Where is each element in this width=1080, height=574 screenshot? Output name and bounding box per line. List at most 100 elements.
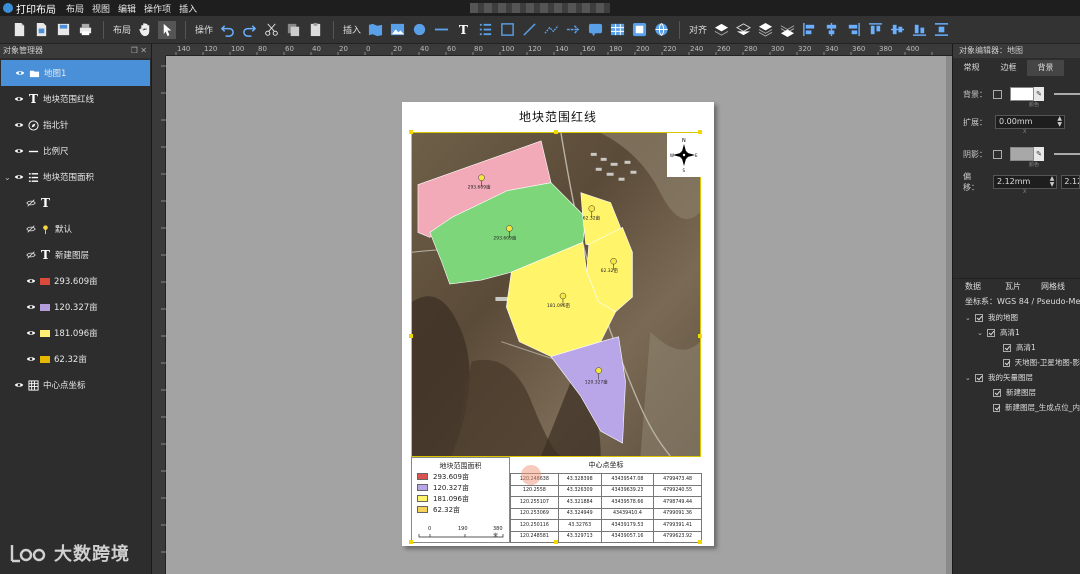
select-arrow-icon[interactable]: [158, 20, 177, 39]
layer-row-map[interactable]: 地图1: [1, 60, 150, 86]
chevron-down-icon[interactable]: ⌄: [4, 173, 11, 182]
distribute-icon[interactable]: [932, 21, 950, 39]
eye-hidden-icon[interactable]: [26, 198, 36, 208]
insert-rectangle-icon[interactable]: [498, 21, 516, 39]
tab-tiles[interactable]: 瓦片: [993, 279, 1033, 294]
eye-icon[interactable]: [14, 380, 24, 390]
eye-icon[interactable]: [14, 120, 24, 130]
tree-checkbox[interactable]: [993, 388, 1001, 397]
menu-edit[interactable]: 编辑: [118, 2, 136, 15]
layer-row-scale-bar[interactable]: 比例尺: [0, 138, 151, 164]
offset-x-input[interactable]: 2.12mm ▲ ▼: [992, 175, 1058, 189]
background-color-box[interactable]: [1010, 87, 1034, 101]
legend-item-row[interactable]: 120.327亩: [0, 294, 151, 320]
chevron-down-icon[interactable]: ⌄: [965, 314, 975, 322]
eye-hidden-icon[interactable]: [26, 224, 36, 234]
tree-item-new-layer[interactable]: 新建图层: [953, 385, 1080, 400]
lower-layer-icon[interactable]: [734, 21, 752, 39]
eye-icon[interactable]: [26, 354, 36, 364]
tab-gridlines[interactable]: 网格线: [1033, 279, 1073, 294]
north-arrow[interactable]: N W E S: [667, 133, 701, 177]
pan-hand-icon[interactable]: [136, 21, 154, 39]
insert-web-icon[interactable]: [652, 21, 670, 39]
legend-item-row[interactable]: 181.096亩: [0, 320, 151, 346]
print-page[interactable]: 地块范围红线 293.609亩 293.609亩 62.32亩 62.32亩 1…: [402, 102, 714, 546]
tree-item-tianditu[interactable]: 天地图-卫星地图-影: [953, 355, 1080, 370]
menu-layout[interactable]: 布局: [66, 2, 84, 15]
offset-y-input[interactable]: 2.12: [1061, 175, 1080, 189]
shadow-color-box[interactable]: [1010, 147, 1034, 161]
print-icon[interactable]: [76, 21, 94, 39]
eyedropper-icon[interactable]: ✎: [1034, 147, 1044, 161]
send-back-icon[interactable]: [778, 21, 796, 39]
legend-child-text[interactable]: T: [0, 190, 151, 216]
tab-data[interactable]: 数据: [953, 279, 993, 294]
menu-insert[interactable]: 插入: [179, 2, 197, 15]
copy-icon[interactable]: [284, 21, 302, 39]
insert-legend-icon[interactable]: [476, 21, 494, 39]
tree-checkbox[interactable]: [975, 313, 983, 322]
align-center-icon[interactable]: [822, 21, 840, 39]
align-right-icon[interactable]: [844, 21, 862, 39]
menu-operations[interactable]: 操作项: [144, 2, 171, 15]
eyedropper-icon[interactable]: ✎: [1034, 87, 1044, 101]
area-legend[interactable]: 地块范围面积 293.609亩 120.327亩 181.096亩 62.32亩…: [411, 457, 510, 543]
eye-icon[interactable]: [14, 172, 24, 182]
layer-row-area-legend[interactable]: ⌄ 地块范围面积: [0, 164, 151, 190]
layer-row-north-arrow[interactable]: 指北针: [0, 112, 151, 138]
new-layout-icon[interactable]: [10, 21, 28, 39]
insert-frame-icon[interactable]: [630, 21, 648, 39]
legend-item-row[interactable]: 293.609亩: [0, 268, 151, 294]
page-title[interactable]: 地块范围红线: [402, 108, 714, 125]
spin-arrows-icon[interactable]: ▲ ▼: [1050, 176, 1055, 188]
layer-row-title-text[interactable]: T 地块范围红线: [0, 86, 151, 112]
tree-checkbox[interactable]: [987, 328, 995, 337]
eye-icon[interactable]: [14, 94, 24, 104]
expand-input[interactable]: 0.00mm ▲ ▼: [995, 115, 1065, 129]
legend-child-default[interactable]: 默认: [0, 216, 151, 242]
redo-icon[interactable]: [240, 21, 258, 39]
open-file-icon[interactable]: [32, 21, 50, 39]
align-left-icon[interactable]: [800, 21, 818, 39]
insert-text-icon[interactable]: T: [454, 21, 472, 39]
spin-arrows-icon[interactable]: ▲ ▼: [1057, 116, 1062, 128]
tree-checkbox[interactable]: [993, 403, 1000, 412]
tab-border[interactable]: 边框: [990, 60, 1027, 76]
legend-item-row[interactable]: 62.32亩: [0, 346, 151, 372]
coordinate-system[interactable]: 坐标系：WGS 84 / Pseudo-Mer: [953, 294, 1080, 310]
undo-icon[interactable]: [218, 21, 236, 39]
insert-polyline-icon[interactable]: [542, 21, 560, 39]
tree-item-hd1-group[interactable]: ⌄ 高清1: [953, 325, 1080, 340]
scale-bar[interactable]: 0 190 380 米: [417, 526, 509, 539]
map-frame[interactable]: 293.609亩 293.609亩 62.32亩 62.32亩 181.096亩…: [411, 132, 701, 457]
insert-ellipse-icon[interactable]: [410, 21, 428, 39]
tree-item-my-maps[interactable]: ⌄ 我的地图: [953, 310, 1080, 325]
insert-table-icon[interactable]: [608, 21, 626, 39]
shadow-opacity-slider[interactable]: [1054, 153, 1080, 155]
tree-checkbox[interactable]: [975, 373, 983, 382]
eye-icon[interactable]: [26, 302, 36, 312]
cut-icon[interactable]: [262, 21, 280, 39]
menu-view[interactable]: 视图: [92, 2, 110, 15]
insert-arrow-line-icon[interactable]: [520, 21, 538, 39]
raise-layer-icon[interactable]: [712, 21, 730, 39]
chevron-down-icon[interactable]: ⌄: [977, 329, 987, 337]
layer-row-coord-table[interactable]: 中心点坐标: [0, 372, 151, 398]
tree-item-new-layer-points[interactable]: 新建图层_生成点位_内: [953, 400, 1080, 415]
tree-item-hd1[interactable]: 高清1: [953, 340, 1080, 355]
legend-child-new-layer[interactable]: T 新建图层: [0, 242, 151, 268]
tab-background[interactable]: 背景: [1027, 60, 1064, 76]
eye-icon[interactable]: [26, 276, 36, 286]
align-bottom-icon[interactable]: [910, 21, 928, 39]
insert-label-icon[interactable]: [586, 21, 604, 39]
eye-icon[interactable]: [26, 328, 36, 338]
eye-icon[interactable]: [14, 146, 24, 156]
insert-image-icon[interactable]: [388, 21, 406, 39]
align-middle-icon[interactable]: [888, 21, 906, 39]
tree-checkbox[interactable]: [1003, 358, 1010, 367]
tree-item-vector-layers[interactable]: ⌄ 我的矢量图层: [953, 370, 1080, 385]
paste-icon[interactable]: [306, 21, 324, 39]
eye-icon[interactable]: [15, 68, 25, 78]
tab-general[interactable]: 常规: [953, 60, 990, 76]
tree-checkbox[interactable]: [1003, 343, 1011, 352]
